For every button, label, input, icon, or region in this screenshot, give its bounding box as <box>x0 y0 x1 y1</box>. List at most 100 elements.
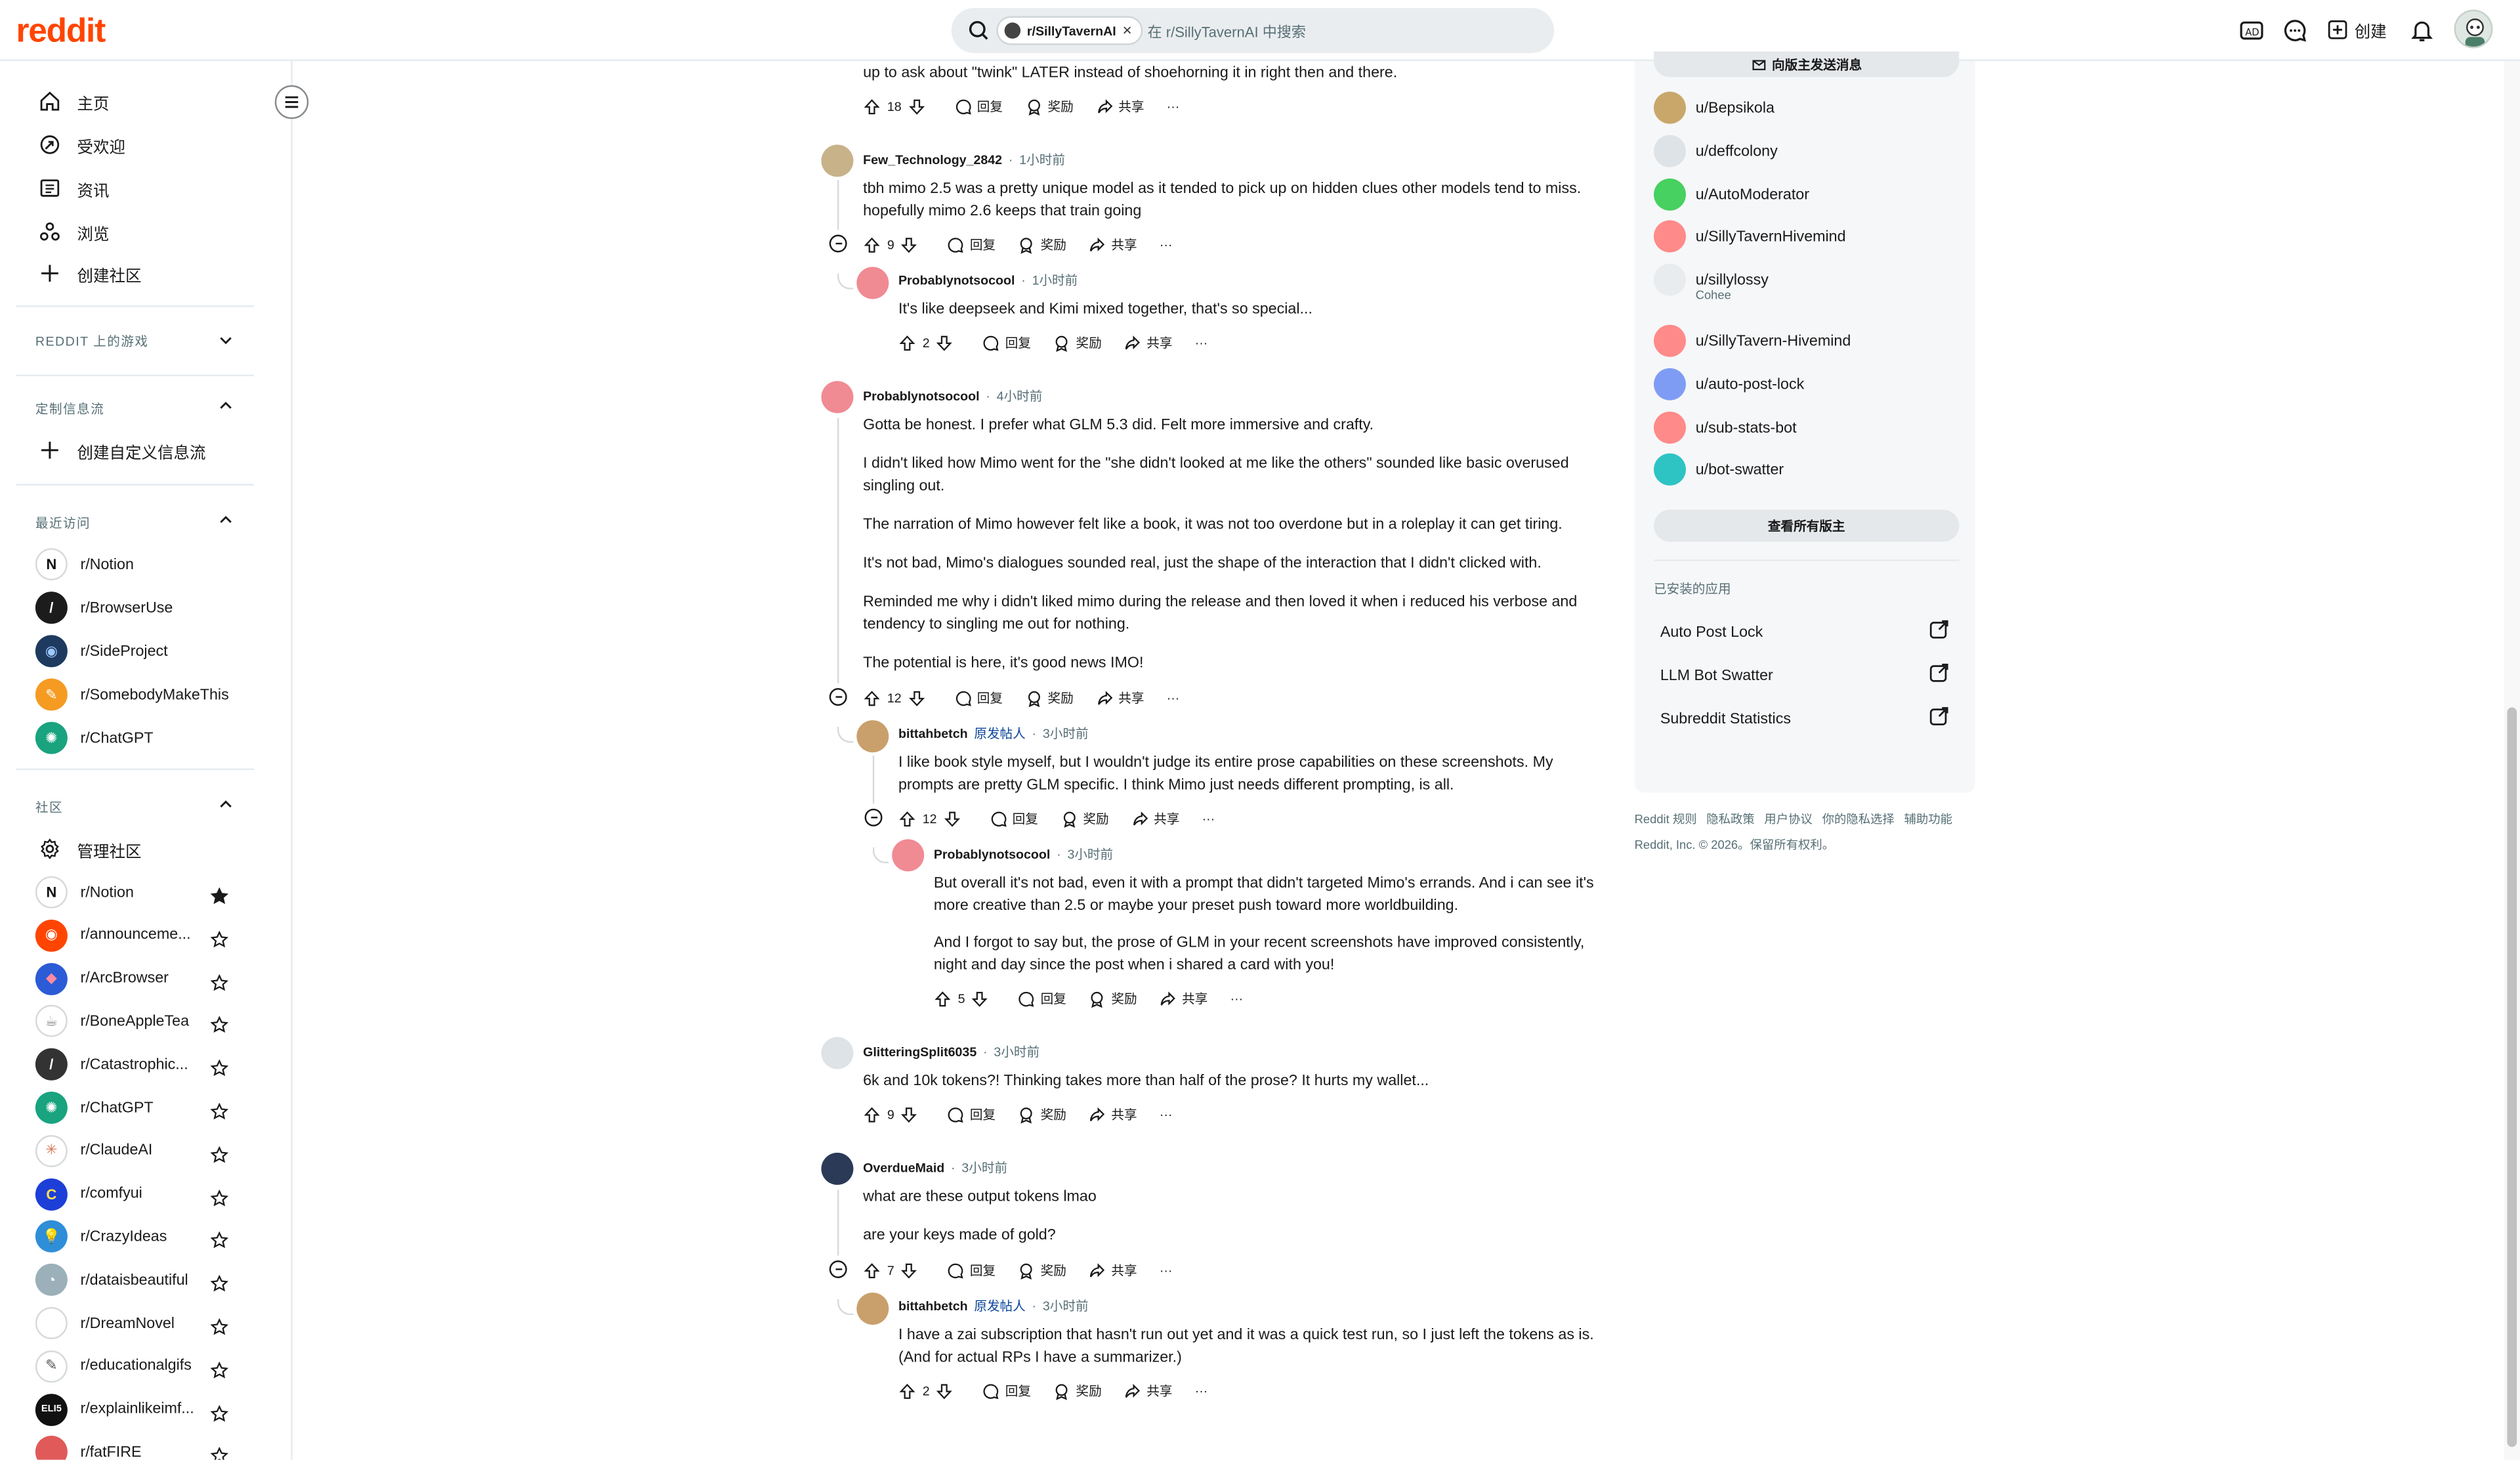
sidebar-community-item[interactable]: r/fatFIRE <box>35 1436 142 1460</box>
moderator-item[interactable]: u/sub-stats-bot <box>1654 411 1797 444</box>
installed-app-item[interactable]: LLM Bot Swatter <box>1660 662 1950 688</box>
search-input[interactable]: 在 r/SillyTavernAI 中搜索 <box>1148 21 1306 42</box>
username-link[interactable]: GlitteringSplit6035 <box>863 1045 976 1060</box>
star-icon[interactable] <box>210 970 229 991</box>
star-icon[interactable] <box>210 1444 229 1460</box>
message-mods-button[interactable]: 向版主发送消息 <box>1654 51 1960 77</box>
recent-section-title[interactable]: 最近访问 <box>35 515 91 532</box>
sidebar-community-item[interactable]: / r/BrowserUse <box>35 591 173 624</box>
moderator-item[interactable]: u/Bepsikola <box>1654 91 1774 124</box>
user-avatar[interactable] <box>892 839 925 872</box>
create-post-button[interactable]: 创建 <box>2327 18 2387 42</box>
sidebar-community-item[interactable]: Nr/Notion <box>35 548 134 581</box>
downvote-button[interactable] <box>936 333 954 351</box>
nav-create-community[interactable]: 创建社区 <box>39 259 142 288</box>
star-icon[interactable] <box>210 1143 229 1163</box>
search-community-chip[interactable]: r/SillyTavernAI × <box>996 16 1143 45</box>
award-button[interactable]: 奖励 <box>1053 1382 1102 1400</box>
chevron-up-icon[interactable] <box>219 798 233 812</box>
comment-time[interactable]: 3小时前 <box>994 1043 1040 1061</box>
installed-app-item[interactable]: Subreddit Statistics <box>1660 706 1950 731</box>
chevron-up-icon[interactable] <box>219 398 233 413</box>
upvote-button[interactable] <box>898 809 916 827</box>
comment-time[interactable]: 4小时前 <box>997 387 1043 405</box>
comment-time[interactable]: 3小时前 <box>1043 1297 1089 1315</box>
downvote-button[interactable] <box>971 989 989 1007</box>
more-options-button[interactable]: ··· <box>1160 1107 1173 1121</box>
comment-time[interactable]: 1小时前 <box>1019 151 1065 169</box>
comment-time[interactable]: 3小时前 <box>961 1159 1007 1177</box>
comment-time[interactable]: 3小时前 <box>1067 846 1113 863</box>
communities-section-title[interactable]: 社区 <box>35 799 63 817</box>
username-link[interactable]: bittahbetch <box>898 1299 968 1314</box>
manage-communities[interactable]: 管理社区 <box>39 834 142 863</box>
downvote-button[interactable] <box>901 236 919 253</box>
reply-button[interactable]: 回复 <box>1018 989 1066 1007</box>
footer-link[interactable]: Reddit 规则 <box>1635 810 1697 828</box>
upvote-button[interactable] <box>863 97 881 115</box>
share-button[interactable]: 共享 <box>1089 1261 1137 1279</box>
more-options-button[interactable]: ··· <box>1167 691 1180 705</box>
upvote-button[interactable] <box>863 236 881 253</box>
footer-link[interactable]: 隐私政策 <box>1706 810 1754 828</box>
sidebar-community-item[interactable]: ◔ r/dataisbeautiful <box>35 1264 188 1297</box>
comment-time[interactable]: 1小时前 <box>1032 272 1078 290</box>
more-options-button[interactable]: ··· <box>1230 991 1244 1006</box>
sidebar-community-item[interactable]: ◆ r/ArcBrowser <box>35 962 169 995</box>
reply-button[interactable]: 回复 <box>982 333 1031 351</box>
scrollbar-thumb[interactable] <box>2507 707 2517 1448</box>
downvote-button[interactable] <box>901 1106 919 1123</box>
user-avatar[interactable] <box>821 144 854 177</box>
chat-icon[interactable] <box>2282 18 2308 43</box>
chevron-down-icon[interactable] <box>219 333 233 347</box>
bell-icon[interactable] <box>2409 18 2435 43</box>
reply-button[interactable]: 回复 <box>948 1106 996 1123</box>
award-button[interactable]: 奖励 <box>1053 333 1102 351</box>
sidebar-community-item[interactable]: / r/Catastrophic... <box>35 1048 188 1081</box>
share-button[interactable]: 共享 <box>1124 333 1172 351</box>
username-link[interactable]: OverdueMaid <box>863 1161 944 1175</box>
user-avatar[interactable] <box>856 1292 889 1325</box>
more-options-button[interactable]: ··· <box>1160 1263 1173 1278</box>
sidebar-community-item[interactable]: Nr/Notion <box>35 876 134 909</box>
award-button[interactable]: 奖励 <box>1025 689 1074 707</box>
user-avatar[interactable] <box>821 1037 854 1069</box>
collapse-thread-button[interactable] <box>864 808 883 827</box>
sidebar-toggle-button[interactable] <box>274 85 309 119</box>
footer-link[interactable]: 你的隐私选择 <box>1822 810 1895 828</box>
custom-feeds-title[interactable]: 定制信息流 <box>35 400 104 418</box>
share-button[interactable]: 共享 <box>1096 689 1144 706</box>
nav-news[interactable]: 资讯 <box>39 173 110 202</box>
reply-button[interactable]: 回复 <box>982 1382 1031 1400</box>
award-button[interactable]: 奖励 <box>1060 809 1109 827</box>
share-button[interactable]: 共享 <box>1131 809 1179 827</box>
star-icon[interactable] <box>210 1056 229 1077</box>
sidebar-community-item[interactable]: ✎ r/educationalgifs <box>35 1350 192 1383</box>
user-avatar[interactable] <box>821 1152 854 1185</box>
moderator-item[interactable]: u/sillylossy Cohee <box>1654 263 1769 302</box>
star-icon[interactable] <box>210 1229 229 1249</box>
sidebar-community-item[interactable]: Cr/comfyui <box>35 1178 142 1211</box>
star-icon[interactable] <box>210 1186 229 1206</box>
upvote-button[interactable] <box>863 689 881 706</box>
award-button[interactable]: 奖励 <box>1018 1261 1066 1279</box>
user-avatar[interactable] <box>856 267 889 299</box>
reply-button[interactable]: 回复 <box>954 97 1003 115</box>
star-icon[interactable] <box>210 1315 229 1335</box>
nav-home[interactable]: 主页 <box>39 87 110 116</box>
downvote-button[interactable] <box>936 1382 954 1400</box>
moderator-item[interactable]: u/bot-swatter <box>1654 453 1784 486</box>
star-icon[interactable] <box>210 1014 229 1033</box>
installed-app-item[interactable]: Auto Post Lock <box>1660 619 1950 645</box>
award-button[interactable]: 奖励 <box>1089 989 1137 1007</box>
username-link[interactable]: Probablynotsocool <box>898 273 1015 288</box>
sidebar-community-item[interactable]: 💡 r/CrazyIdeas <box>35 1220 167 1253</box>
reply-button[interactable]: 回复 <box>948 236 996 253</box>
moderator-item[interactable]: u/auto-post-lock <box>1654 368 1804 400</box>
user-avatar[interactable] <box>2454 9 2493 49</box>
moderator-item[interactable]: u/SillyTavernHivemind <box>1654 220 1846 253</box>
user-avatar[interactable] <box>856 720 889 753</box>
collapse-thread-button[interactable] <box>829 1260 847 1278</box>
more-options-button[interactable]: ··· <box>1202 811 1215 826</box>
award-button[interactable]: 奖励 <box>1018 1106 1066 1123</box>
